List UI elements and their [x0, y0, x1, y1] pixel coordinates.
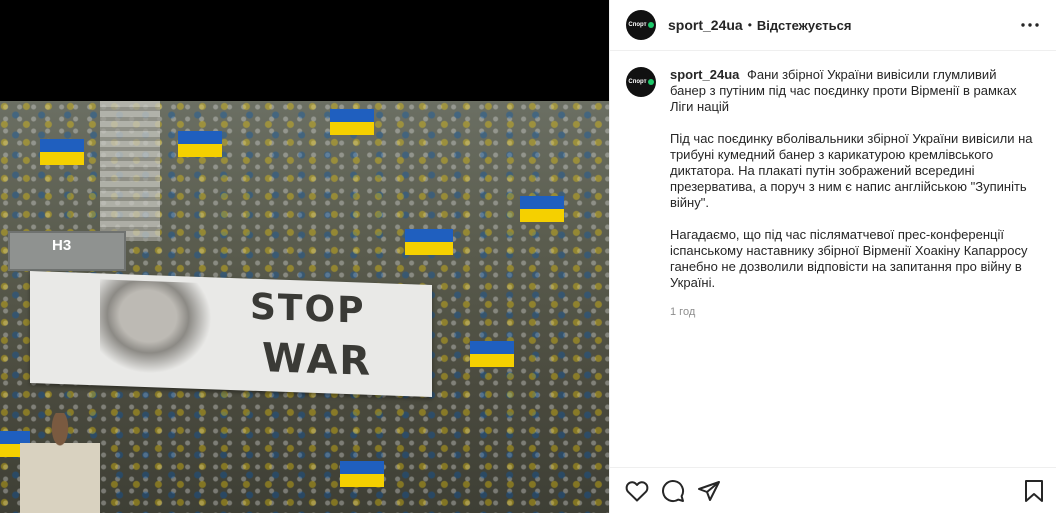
avatar-logo-text: Спорт: [628, 22, 647, 28]
ukraine-flag: [178, 131, 222, 157]
avatar-logo-dot: [647, 79, 654, 85]
post-timestamp[interactable]: 1 год: [670, 304, 1036, 320]
banner-text-stop: STOP: [250, 286, 366, 332]
header-username[interactable]: sport_24ua: [668, 17, 743, 33]
share-icon: [698, 480, 720, 501]
more-horizontal-icon: [1021, 23, 1039, 27]
bookmark-icon: [1025, 479, 1043, 502]
heart-icon: [625, 480, 649, 501]
ukraine-flag: [40, 139, 84, 165]
tunnel-label: H3: [52, 237, 72, 254]
caption-paragraph-2: Нагадаємо, що під час післяматчевої прес…: [670, 227, 1028, 290]
caption-avatar[interactable]: Спорт: [626, 67, 656, 97]
save-button[interactable]: [1021, 478, 1047, 504]
banner-text-war: WAR: [262, 335, 373, 385]
caption-body: sport_24ua Фани збірної України вивісили…: [670, 67, 1036, 320]
stadium-stairs: [100, 101, 160, 241]
banner-caricature: [100, 279, 220, 384]
ukraine-flag: [520, 196, 564, 222]
post-media[interactable]: H3 STOP WAR: [0, 0, 609, 513]
ukraine-flag: [405, 229, 453, 255]
ukraine-flag: [340, 461, 384, 487]
post-caption: Спорт sport_24ua Фани збірної України ви…: [610, 51, 1056, 320]
avatar-logo-dot: [647, 22, 654, 28]
caption-paragraph-1: Під час поєдинку вболівальники збірної У…: [670, 131, 1033, 210]
avatar[interactable]: Спорт: [626, 10, 656, 40]
more-options-button[interactable]: [1018, 13, 1042, 37]
post-side-panel: Спорт sport_24ua • Відстежується Спорт s…: [609, 0, 1056, 513]
share-button[interactable]: [696, 478, 722, 504]
ukraine-flag: [470, 341, 514, 367]
player-figure: [20, 413, 100, 513]
action-bar: [610, 467, 1056, 513]
caption-headline: sport_24ua Фани збірної України вивісили…: [670, 67, 1036, 115]
stadium-tunnel: H3: [8, 231, 126, 271]
stop-war-banner: STOP WAR: [30, 270, 432, 398]
comment-button[interactable]: [660, 478, 686, 504]
post-photo: H3 STOP WAR: [0, 101, 609, 513]
follow-status-button[interactable]: Відстежується: [757, 18, 852, 33]
avatar-logo-text: Спорт: [628, 79, 647, 85]
post-header: Спорт sport_24ua • Відстежується: [610, 0, 1056, 51]
header-separator: •: [747, 18, 752, 32]
ukraine-flag: [330, 109, 374, 135]
comment-icon: [662, 479, 685, 502]
like-button[interactable]: [624, 478, 650, 504]
caption-username[interactable]: sport_24ua: [670, 67, 739, 82]
